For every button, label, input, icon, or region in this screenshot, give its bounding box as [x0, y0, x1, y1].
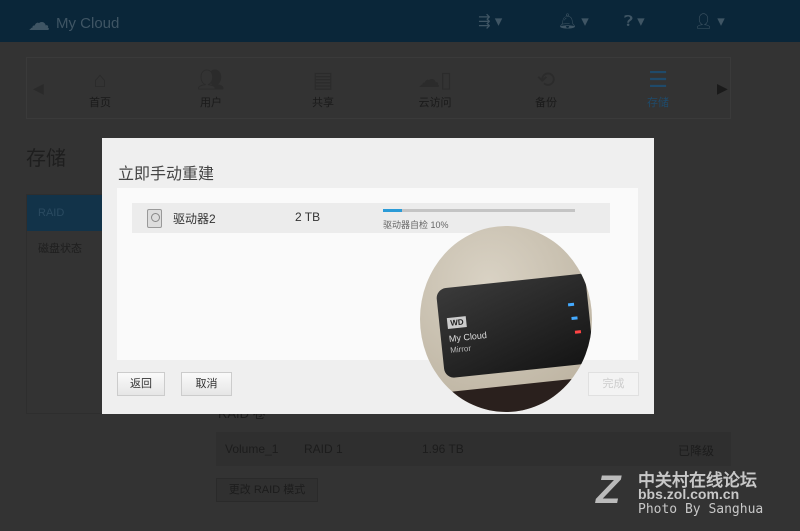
- nav-cloud-access[interactable]: ☁▯ 云访问: [395, 66, 475, 110]
- backup-icon: ⟲: [536, 67, 556, 92]
- nav-storage[interactable]: ☰ 存储: [618, 66, 698, 110]
- nav-home[interactable]: ⌂ 首页: [60, 66, 140, 110]
- help-icon[interactable]: ❓︎ ▾: [624, 12, 645, 30]
- nav-right-arrow[interactable]: ▶: [717, 80, 728, 97]
- progress-fill: [383, 209, 403, 212]
- storage-icon: ☰: [648, 67, 668, 92]
- dialog-title: 立即手动重建: [118, 166, 215, 183]
- cancel-button[interactable]: 取消: [181, 372, 232, 396]
- home-icon: ⌂: [93, 67, 107, 92]
- logo[interactable]: ☁ My Cloud: [28, 10, 119, 36]
- led-power: [567, 302, 575, 307]
- nav-shares[interactable]: ▤ 共享: [283, 66, 363, 110]
- watermark-url: bbs.zol.com.cn: [638, 486, 740, 502]
- device-model: Mirror: [449, 343, 472, 355]
- volume-status: 已降级: [678, 444, 715, 458]
- progress-bar: [383, 209, 575, 212]
- nav-users[interactable]: 👥︎ 用户: [171, 66, 251, 110]
- drive-name: 驱动器2: [173, 212, 216, 226]
- main-nav: ◀ ⌂ 首页 👥︎ 用户 ▤ 共享 ☁▯ 云访问 ⟲ 备份 ☰ 存储 ▶: [26, 57, 731, 119]
- bell-icon[interactable]: 🔔︎ ▾: [558, 12, 589, 30]
- sidebar-item-raid[interactable]: RAID: [27, 195, 105, 231]
- top-header: ☁ My Cloud ⇶ ▾ 🔔︎ ▾ ❓︎ ▾ 👤︎ ▾: [0, 0, 800, 42]
- cloud-access-icon: ☁▯: [417, 67, 453, 92]
- folder-icon: ▤: [312, 67, 334, 92]
- zol-logo: Z: [596, 468, 621, 512]
- volume-name: Volume_1: [225, 442, 279, 456]
- device-front: WD My Cloud Mirror: [435, 273, 592, 379]
- watermark-credit: Photo By Sanghua: [638, 502, 764, 517]
- drive-size: 2 TB: [295, 210, 321, 224]
- nav-backup[interactable]: ⟲ 备份: [506, 66, 586, 110]
- back-button[interactable]: 返回: [117, 372, 165, 396]
- wd-logo: WD: [446, 316, 468, 330]
- device-photo: WD My Cloud Mirror: [420, 226, 592, 412]
- cloud-icon: ☁: [28, 10, 50, 35]
- usb-icon[interactable]: ⇶ ▾: [478, 12, 502, 30]
- led-drive1: [571, 316, 578, 321]
- progress-status: 驱动器自检 10%: [383, 220, 449, 230]
- users-icon: 👥︎: [197, 67, 225, 92]
- device-base: [420, 377, 592, 412]
- led-drive2: [574, 330, 582, 334]
- finish-button[interactable]: 完成: [588, 372, 639, 396]
- volume-row: Volume_1 RAID 1 1.96 TB 已降级: [216, 432, 731, 466]
- nav-left-arrow[interactable]: ◀: [33, 80, 44, 97]
- volume-size: 1.96 TB: [422, 442, 464, 456]
- sidebar-item-disk-status[interactable]: 磁盘状态: [27, 231, 105, 267]
- volume-type: RAID 1: [304, 442, 343, 456]
- sidebar: RAID 磁盘状态: [26, 194, 106, 414]
- drive-row: 驱动器2 2 TB 驱动器自检 10%: [132, 203, 610, 233]
- change-raid-button[interactable]: 更改 RAID 模式: [216, 478, 318, 502]
- user-icon[interactable]: 👤︎ ▾: [694, 12, 725, 30]
- hard-drive-icon: [147, 209, 162, 228]
- device-label: My Cloud: [448, 330, 488, 344]
- page-title: 存储: [26, 148, 66, 170]
